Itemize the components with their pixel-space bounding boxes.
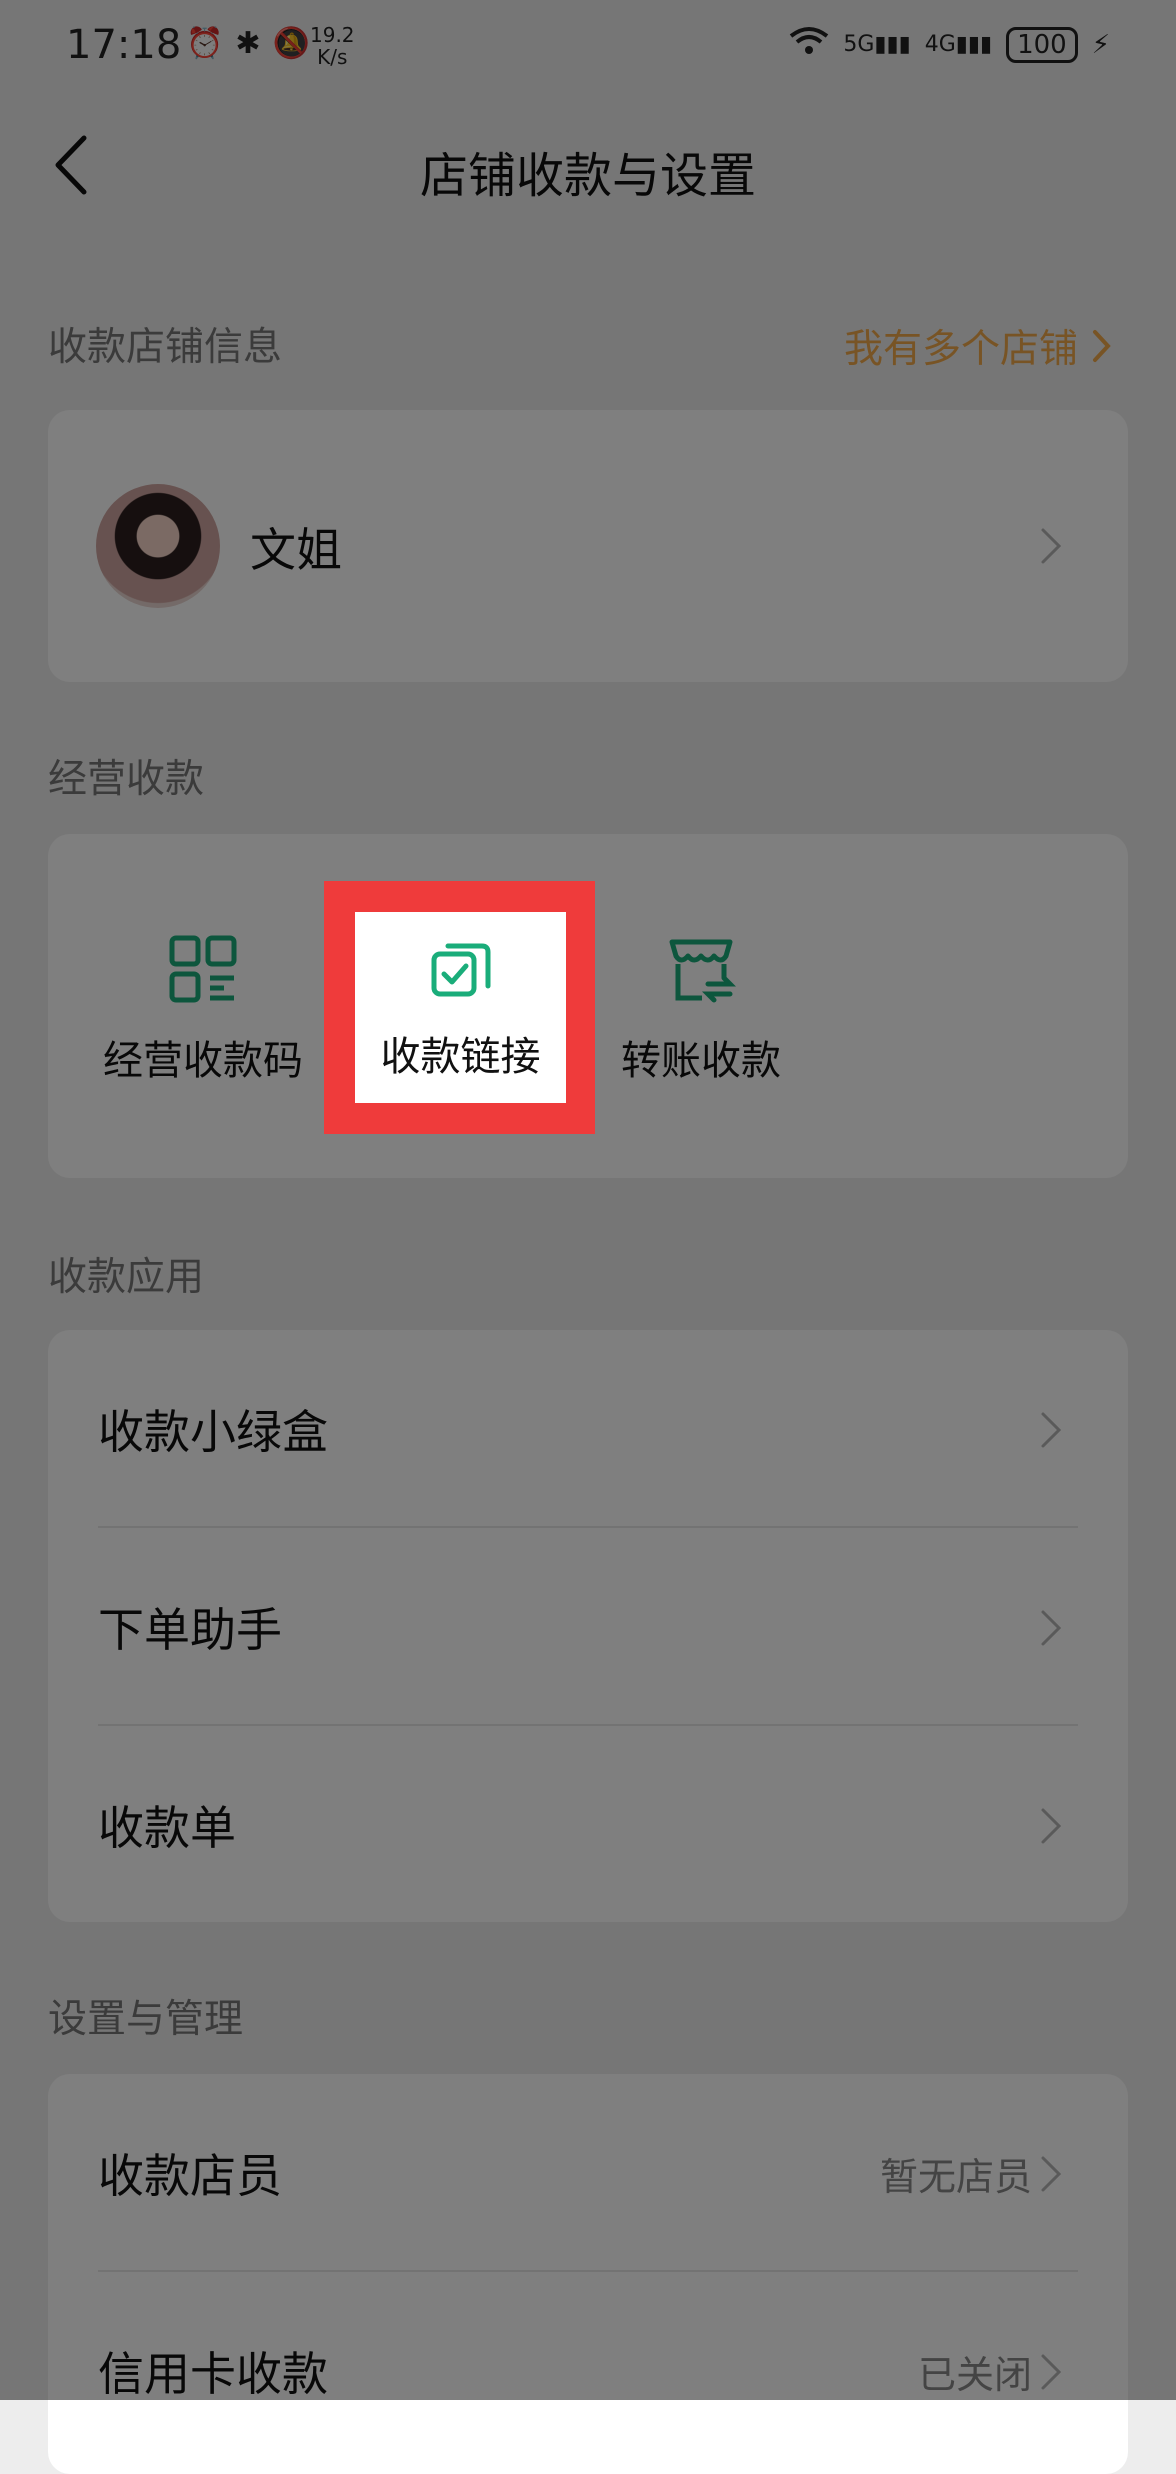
status-time: 17:18 (66, 22, 182, 68)
apps-section-label: 收款应用 (48, 1255, 205, 1300)
payment-link-icon (431, 943, 490, 997)
multi-store-link[interactable]: 我有多个店铺 (844, 318, 1112, 374)
chevron-right-icon (1041, 2354, 1062, 2390)
business-section-label: 经营收款 (48, 757, 205, 802)
battery-indicator: 100 (1006, 26, 1078, 63)
row-payment-bill[interactable]: 收款单 (48, 1726, 1128, 1924)
highlight-frame: 收款链接 (324, 881, 595, 1134)
row-clerks[interactable]: 收款店员 暂无店员 (48, 2074, 1128, 2272)
chevron-right-icon (1041, 1808, 1062, 1844)
row-value: 暂无店员 (879, 2155, 1032, 2199)
biz-item-label: 转账收款 (621, 1038, 781, 1084)
apps-card: 收款小绿盒 下单助手 收款单 (48, 1330, 1128, 1922)
row-order-assistant[interactable]: 下单助手 (48, 1528, 1128, 1726)
status-bar: 17:18 ⏰ ✱ 🔕 19.2 K/s 5G▮▮▮ 4G▮▮▮ 100 ⚡ (0, 0, 1176, 100)
signal-5g: 5G▮▮▮ (843, 32, 911, 57)
mute-icon: 🔕 (272, 26, 310, 61)
page-title: 店铺收款与设置 (419, 148, 756, 204)
chevron-right-icon (1041, 1610, 1062, 1646)
charging-icon: ⚡ (1091, 29, 1110, 60)
transfer-store-icon (669, 939, 737, 1003)
net-speed: 19.2 K/s (310, 23, 355, 69)
status-right-icons: 5G▮▮▮ 4G▮▮▮ 100 ⚡ (789, 26, 1110, 63)
chevron-right-icon (1093, 330, 1111, 362)
biz-item-transfer[interactable]: 转账收款 (596, 934, 806, 1086)
status-left-icons: ⏰ ✱ 🔕 (186, 26, 310, 61)
row-credit-card[interactable]: 信用卡收款 已关闭 (48, 2272, 1128, 2470)
chevron-right-icon (1041, 2156, 1062, 2192)
biz-item-label: 经营收款码 (103, 1038, 303, 1084)
chevron-right-icon (1041, 528, 1062, 564)
qr-code-icon (169, 935, 237, 1003)
signal-4g: 4G▮▮▮ (924, 32, 993, 57)
store-section-label: 收款店铺信息 (48, 325, 283, 370)
row-value: 已关闭 (917, 2353, 1032, 2397)
bluetooth-icon: ✱ (235, 26, 261, 61)
avatar (96, 484, 220, 608)
biz-item-payment-link[interactable]: 收款链接 (355, 912, 566, 1103)
store-card[interactable]: 文姐 (48, 410, 1128, 682)
settings-card: 收款店员 暂无店员 信用卡收款 已关闭 (48, 2074, 1128, 2474)
settings-section-label: 设置与管理 (48, 1997, 244, 2042)
store-name: 文姐 (250, 523, 342, 577)
wifi-icon (789, 26, 829, 63)
chevron-right-icon (1041, 1412, 1062, 1448)
biz-item-label: 收款链接 (380, 1034, 541, 1080)
biz-item-qr[interactable]: 经营收款码 (98, 934, 308, 1086)
nav-bar: 店铺收款与设置 (0, 110, 1176, 220)
row-green-box[interactable]: 收款小绿盒 (48, 1330, 1128, 1528)
alarm-icon: ⏰ (186, 26, 224, 61)
